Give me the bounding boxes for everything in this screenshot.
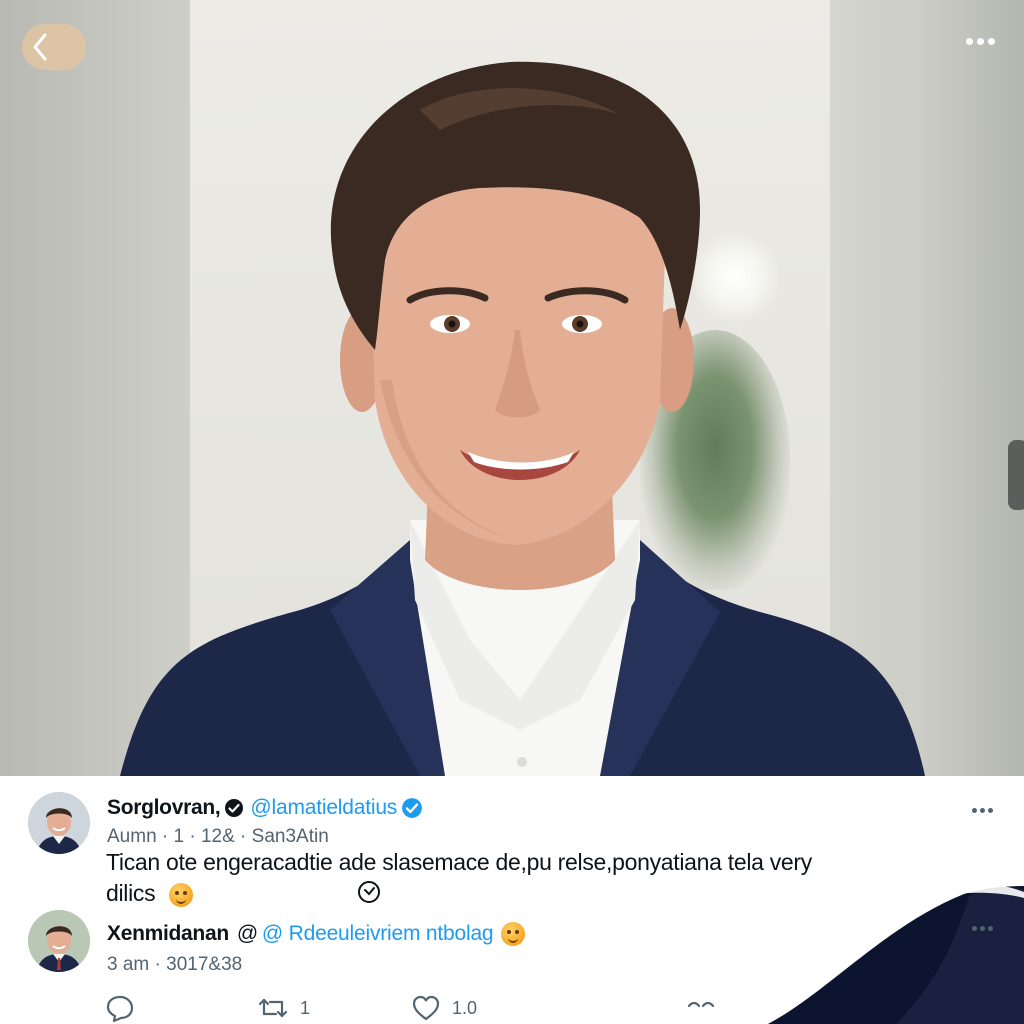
more-dot xyxy=(971,808,977,813)
post-header: Xenmidanan @ @ Rdeeuleivriem ntbolag xyxy=(107,922,526,946)
avatar[interactable] xyxy=(28,910,90,972)
reply-feed: Sorglovran, @lamatieldatius Aumn · 1 · 1… xyxy=(0,776,1024,1024)
chevron-left-icon xyxy=(33,33,47,61)
more-options-button[interactable] xyxy=(962,30,998,52)
post-text-word: dilics xyxy=(106,880,156,906)
more-dot xyxy=(979,808,985,813)
smiley-emoji-icon xyxy=(501,922,526,946)
more-dot xyxy=(987,37,995,45)
author-handle[interactable]: @lamatieldatius xyxy=(250,796,397,820)
avatar-image xyxy=(28,910,90,972)
decorative-wave xyxy=(767,886,1024,1024)
avatar[interactable] xyxy=(28,792,90,854)
more-dot xyxy=(987,808,993,813)
more-dot xyxy=(971,926,977,931)
reply-icon xyxy=(106,995,134,1023)
post-photo[interactable] xyxy=(0,0,1024,776)
post-text-line-2: dilics xyxy=(106,877,194,909)
author-name[interactable]: Xenmidanan xyxy=(107,922,229,946)
retweet-count: 1 xyxy=(300,997,311,1018)
retweet-button[interactable]: 1 xyxy=(256,992,310,1024)
more-dot xyxy=(987,926,993,931)
post-header: Sorglovran, @lamatieldatius xyxy=(107,796,429,820)
post-text-line-1: Tican ote engeracadtie ade slasemace de,… xyxy=(106,849,812,875)
more-dot xyxy=(979,926,985,931)
emoji-reaction-icon[interactable] xyxy=(356,879,382,905)
avatar-image xyxy=(28,792,90,854)
post-more-button[interactable] xyxy=(970,808,994,813)
portrait-person xyxy=(120,61,925,776)
post-meta: Aumn · 1 · 12& · San3Atin xyxy=(107,826,329,847)
like-count: 1.0 xyxy=(452,997,478,1018)
share-button[interactable] xyxy=(684,992,718,1024)
reply-button[interactable] xyxy=(104,992,136,1024)
author-handle[interactable]: @ Rdeeuleivriem ntbolag xyxy=(262,922,494,946)
back-button[interactable] xyxy=(22,24,86,70)
share-icon xyxy=(687,1001,715,1008)
heart-icon xyxy=(412,995,440,1021)
like-button[interactable]: 1.0 xyxy=(410,992,477,1024)
verified-badge-icon xyxy=(225,799,244,817)
post-action-bar: 1 1.0 xyxy=(104,992,744,1024)
retweet-icon xyxy=(258,998,288,1018)
verified-badge-icon xyxy=(402,798,423,818)
at-sign: @ xyxy=(236,922,258,945)
more-dot xyxy=(976,37,984,45)
smiley-emoji-icon xyxy=(169,882,194,907)
more-dot xyxy=(965,37,973,45)
author-name[interactable]: Sorglovran, xyxy=(107,796,221,820)
post-meta: 3 am · 3017&38 xyxy=(107,954,243,975)
post-more-button[interactable] xyxy=(970,926,994,931)
